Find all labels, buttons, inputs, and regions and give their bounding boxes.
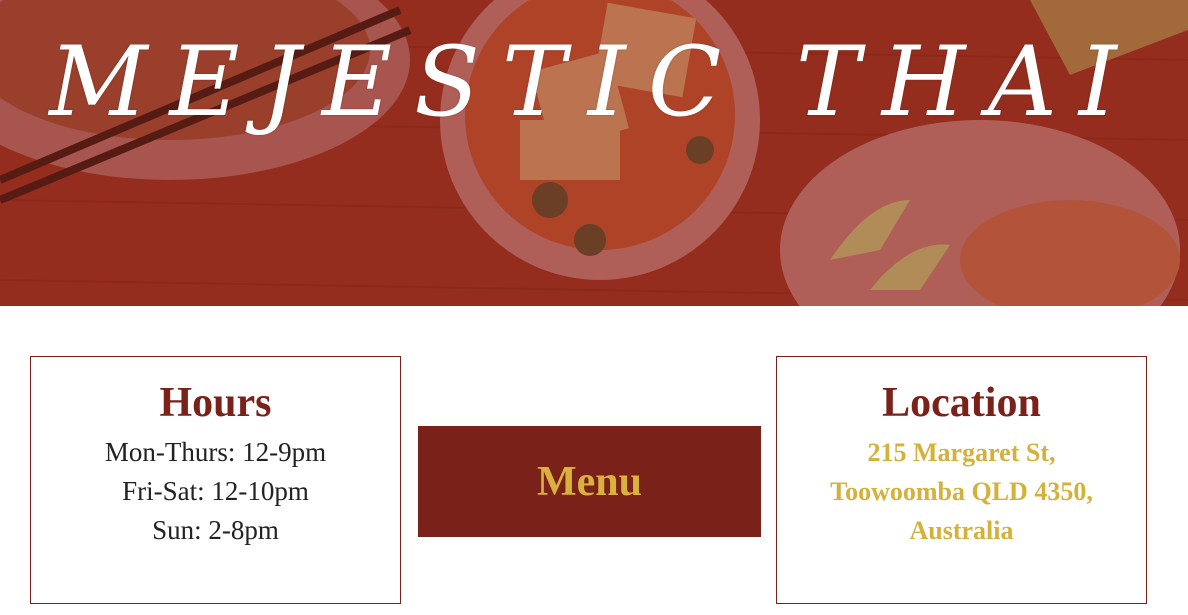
hours-line-sunday: Sun: 2-8pm xyxy=(152,515,279,545)
menu-button[interactable]: Menu xyxy=(418,426,761,537)
address-line-country[interactable]: Australia xyxy=(777,511,1146,550)
address-line-city[interactable]: Toowoomba QLD 4350, xyxy=(777,472,1146,511)
hours-line-weekday: Mon-Thurs: 12-9pm xyxy=(104,437,327,467)
restaurant-title: Mejestic Thai xyxy=(49,26,1139,138)
location-card: Location 215 Margaret St, Toowoomba QLD … xyxy=(776,356,1147,604)
hours-heading: Hours xyxy=(159,380,272,426)
info-section: Hours Mon-Thurs: 12-9pm Fri-Sat: 12-10pm… xyxy=(0,306,1188,615)
location-heading: Location xyxy=(882,380,1041,426)
hours-line-friday-saturday: Fri-Sat: 12-10pm xyxy=(122,476,309,506)
hero-banner: Mejestic Thai xyxy=(0,0,1188,306)
address-line-street[interactable]: 215 Margaret St, xyxy=(777,433,1146,472)
hours-card: Hours Mon-Thurs: 12-9pm Fri-Sat: 12-10pm… xyxy=(30,356,401,604)
